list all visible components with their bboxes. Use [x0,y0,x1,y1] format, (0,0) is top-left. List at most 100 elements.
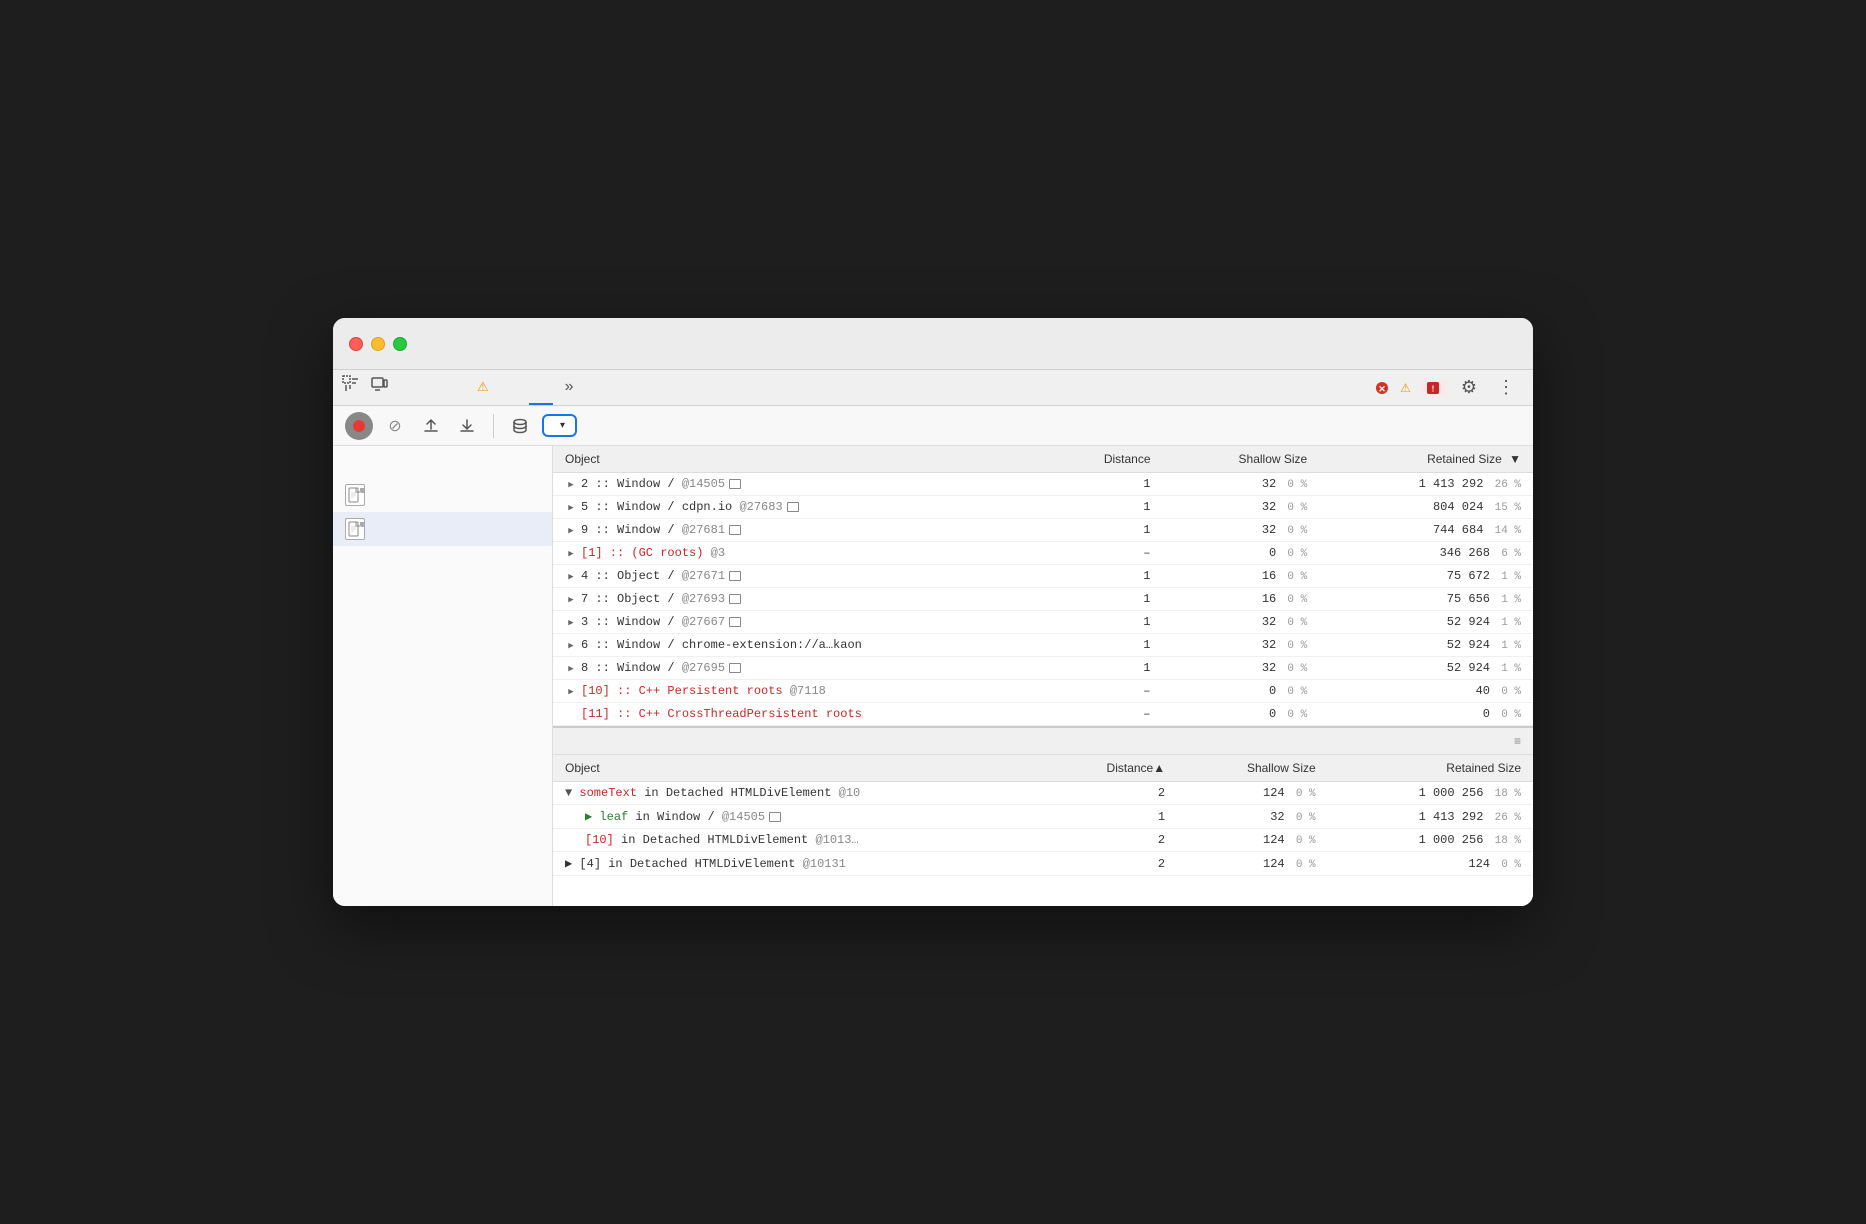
ret-object-cell: ▶ [4] in Detached HTMLDivElement @10131 [553,852,1043,876]
window-controls [349,337,407,351]
table-row[interactable]: ▶4 :: Object / @27671116 0 %75 672 1 % [553,565,1533,588]
error-icon: ✕ [1375,381,1389,395]
col-shallow[interactable]: Shallow Size [1163,446,1320,473]
inspect-icon[interactable] [337,370,365,398]
table-row[interactable]: ▶2 :: Window / @14505132 0 %1 413 292 26… [553,473,1533,496]
table-row[interactable]: ▶7 :: Object / @27693116 0 %75 656 1 % [553,588,1533,611]
distance-cell: 1 [1043,519,1163,542]
expand-icon[interactable]: ▶ [565,640,577,652]
record-button[interactable] [345,412,373,440]
svg-text:!: ! [1432,384,1435,393]
retainers-menu-icon[interactable]: ≡ [1514,734,1521,748]
ret-suffix: in Detached HTMLDivElement [614,833,808,847]
ret-suffix: in Detached HTMLDivElement [601,857,795,871]
ret-distance-cell: 2 [1043,829,1177,852]
expand-icon[interactable]: ▶ [565,617,577,629]
warning-icon: ⚠ [1400,381,1411,395]
clear-button[interactable]: ⊘ [381,412,409,440]
retained-cell: 1 413 292 26 % [1319,473,1533,496]
tab-sources[interactable] [441,370,465,405]
ref-id: @27671 [682,569,725,583]
col-retained[interactable]: Retained Size ▼ [1319,446,1533,473]
expand-icon[interactable]: ▶ [565,571,577,583]
device-icon[interactable] [365,370,393,398]
download-button[interactable] [453,412,481,440]
warning-badge[interactable]: ⚠ [1400,381,1414,395]
issues-badge[interactable]: ! [1422,381,1447,395]
row-text: 7 :: Object / [581,592,675,606]
error-badge[interactable]: ✕ [1375,381,1392,395]
titlebar [333,318,1533,370]
snapshot2-icon [345,518,365,540]
tab-memory[interactable] [529,370,553,405]
retainers-header: ≡ [553,727,1533,755]
ret-ref: @1013… [815,833,858,847]
window-icon [769,812,781,822]
col-object[interactable]: Object [553,446,1043,473]
database-icon [511,417,529,435]
window-icon [729,617,741,627]
col-distance[interactable]: Distance [1043,446,1163,473]
expand-icon[interactable]: ▶ [565,663,577,675]
shallow-cell: 0 0 % [1163,542,1320,565]
expand-icon[interactable]: ▶ [565,548,577,560]
expand-icon[interactable]: ▶ [565,686,577,698]
sidebar-item-snapshot1[interactable] [333,478,552,512]
retained-cell: 346 268 6 % [1319,542,1533,565]
table-row[interactable]: ▶3 :: Window / @27667132 0 %52 924 1 % [553,611,1533,634]
retainer-row[interactable]: ▼ someText in Detached HTMLDivElement @1… [553,782,1533,805]
retainer-row[interactable]: ▶ leaf in Window / @14505132 0 %1 413 29… [553,805,1533,829]
upload-icon [422,417,440,435]
expand-icon[interactable]: ▶ [565,502,577,514]
tab-elements[interactable] [393,370,417,405]
shallow-cell: 0 0 % [1163,703,1320,726]
download-icon [458,417,476,435]
snapshot1-icon [345,484,365,506]
tab-performance[interactable] [505,370,529,405]
object-cell: ▶[1] :: (GC roots) @3 [553,542,1043,565]
table-row[interactable]: ▶[1] :: (GC roots) @3–0 0 %346 268 6 % [553,542,1533,565]
maximize-button[interactable] [393,337,407,351]
tab-more[interactable]: » [553,370,586,405]
profiles-button[interactable] [506,412,534,440]
close-button[interactable] [349,337,363,351]
main-table[interactable]: Object Distance Shallow Size Retained Si… [553,446,1533,726]
ret-row-text: [10] [585,833,614,847]
expand-icon[interactable]: ▶ [565,525,577,537]
object-cell: ▶4 :: Object / @27671 [553,565,1043,588]
settings-icon[interactable]: ⚙ [1455,377,1483,398]
ret-col-distance[interactable]: Distance▲ [1043,755,1177,782]
retained-cell: 0 0 % [1319,703,1533,726]
ret-col-object[interactable]: Object [553,755,1043,782]
devtools-window: ⚠ » ✕ ⚠ [333,318,1533,906]
table-row[interactable]: ▶[10] :: C++ Persistent roots @7118–0 0 … [553,680,1533,703]
sidebar-title [333,458,552,466]
retainers-header-row: Object Distance▲ Shallow Size Retained S… [553,755,1533,782]
expand-icon[interactable]: ▶ [565,594,577,606]
row-text: 2 :: Window / [581,477,675,491]
retained-cell: 52 924 1 % [1319,611,1533,634]
table-row[interactable]: [11] :: C++ CrossThreadPersistent roots–… [553,703,1533,726]
ret-row-text: someText [579,786,637,800]
distance-cell: – [1043,542,1163,565]
sidebar-item-snapshot2[interactable] [333,512,552,546]
upload-button[interactable] [417,412,445,440]
table-row[interactable]: ▶9 :: Window / @27681132 0 %744 684 14 % [553,519,1533,542]
containment-dropdown[interactable]: ▾ [542,414,577,437]
shallow-cell: 32 0 % [1163,611,1320,634]
retainer-row[interactable]: [10] in Detached HTMLDivElement @1013…21… [553,829,1533,852]
retainer-row[interactable]: ▶ [4] in Detached HTMLDivElement @101312… [553,852,1533,876]
table-row[interactable]: ▶8 :: Window / @27695132 0 %52 924 1 % [553,657,1533,680]
tab-network[interactable]: ⚠ [465,370,505,405]
table-row[interactable]: ▶5 :: Window / cdpn.io @27683132 0 %804 … [553,496,1533,519]
minimize-button[interactable] [371,337,385,351]
ret-col-shallow[interactable]: Shallow Size [1177,755,1328,782]
table-row[interactable]: ▶6 :: Window / chrome-extension://a…kaon… [553,634,1533,657]
expand-icon[interactable]: ▶ [565,479,577,491]
distance-cell: – [1043,703,1163,726]
ret-col-retained[interactable]: Retained Size [1328,755,1533,782]
more-options-icon[interactable]: ⋮ [1491,377,1521,398]
tab-console[interactable] [417,370,441,405]
object-cell: ▶6 :: Window / chrome-extension://a…kaon [553,634,1043,657]
badges-area: ✕ ⚠ ! ⚙ ⋮ [1375,370,1529,405]
